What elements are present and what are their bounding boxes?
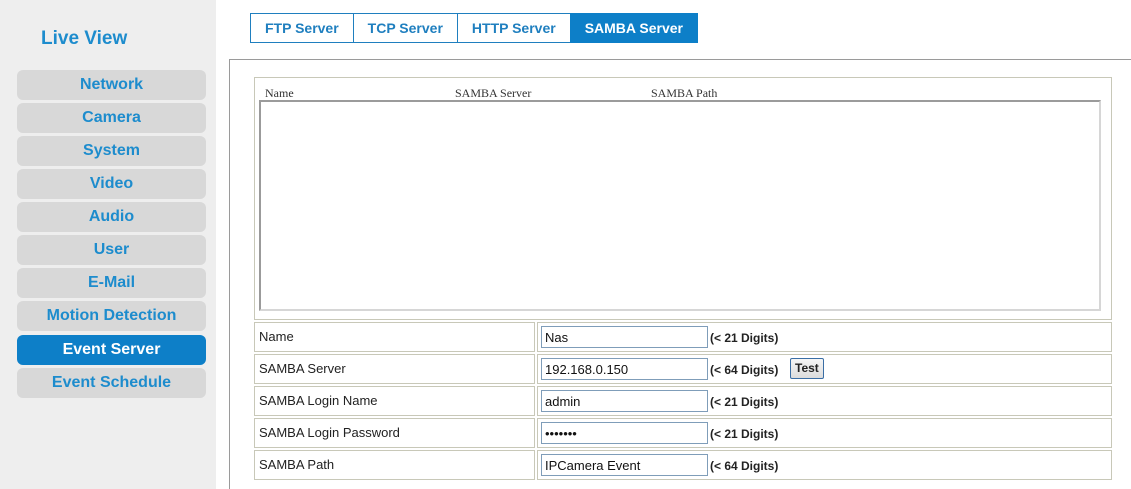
sidebar-item-email[interactable]: E-Mail (17, 268, 206, 298)
form-row-login-name: SAMBA Login Name (< 21 Digits) (254, 386, 1112, 418)
list-column-samba-path: SAMBA Path (651, 86, 718, 100)
server-list-area[interactable] (259, 100, 1101, 311)
live-view-link[interactable]: Live View (41, 28, 127, 50)
login-name-label: SAMBA Login Name (254, 386, 535, 416)
tab-tcp-server[interactable]: TCP Server (352, 13, 458, 43)
name-input[interactable] (541, 326, 708, 348)
form-row-samba-path: SAMBA Path (< 64 Digits) (254, 450, 1112, 482)
panel-border-left (229, 59, 230, 489)
panel-border-top (229, 59, 1131, 60)
samba-server-label: SAMBA Server (254, 354, 535, 384)
tab-http-server[interactable]: HTTP Server (456, 13, 571, 43)
login-password-hint: (< 21 Digits) (710, 427, 779, 441)
samba-path-hint: (< 64 Digits) (710, 459, 779, 473)
samba-path-cell: (< 64 Digits) (537, 450, 1112, 480)
tab-samba-server[interactable]: SAMBA Server (569, 13, 698, 43)
server-tabs: FTP Server TCP Server HTTP Server SAMBA … (250, 13, 698, 43)
sidebar-item-video[interactable]: Video (17, 169, 206, 199)
list-column-name: Name (265, 86, 294, 100)
login-password-cell: (< 21 Digits) (537, 418, 1112, 448)
sidebar: Live View Network Camera System Video Au… (0, 0, 216, 489)
form-row-login-password: SAMBA Login Password (< 21 Digits) (254, 418, 1112, 450)
login-password-label: SAMBA Login Password (254, 418, 535, 448)
sidebar-item-user[interactable]: User (17, 235, 206, 265)
name-cell: (< 21 Digits) (537, 322, 1112, 352)
login-name-cell: (< 21 Digits) (537, 386, 1112, 416)
samba-server-input[interactable] (541, 358, 708, 380)
samba-server-list: Name SAMBA Server SAMBA Path (254, 77, 1112, 320)
sidebar-item-network[interactable]: Network (17, 70, 206, 100)
list-column-samba-server: SAMBA Server (455, 86, 532, 100)
login-name-hint: (< 21 Digits) (710, 395, 779, 409)
tab-ftp-server[interactable]: FTP Server (250, 13, 354, 43)
sidebar-item-event-schedule[interactable]: Event Schedule (17, 368, 206, 398)
sidebar-item-motion-detection[interactable]: Motion Detection (17, 301, 206, 331)
name-hint: (< 21 Digits) (710, 331, 779, 345)
samba-path-input[interactable] (541, 454, 708, 476)
sidebar-item-system[interactable]: System (17, 136, 206, 166)
samba-server-hint: (< 64 Digits) (710, 363, 779, 377)
login-name-input[interactable] (541, 390, 708, 412)
sidebar-item-event-server[interactable]: Event Server (17, 335, 206, 365)
samba-server-cell: (< 64 Digits) Test (537, 354, 1112, 384)
form-row-samba-server: SAMBA Server (< 64 Digits) Test (254, 354, 1112, 386)
samba-path-label: SAMBA Path (254, 450, 535, 480)
test-button[interactable]: Test (790, 358, 824, 379)
name-label: Name (254, 322, 535, 352)
login-password-input[interactable] (541, 422, 708, 444)
sidebar-item-camera[interactable]: Camera (17, 103, 206, 133)
sidebar-item-audio[interactable]: Audio (17, 202, 206, 232)
form-row-name: Name (< 21 Digits) (254, 322, 1112, 354)
